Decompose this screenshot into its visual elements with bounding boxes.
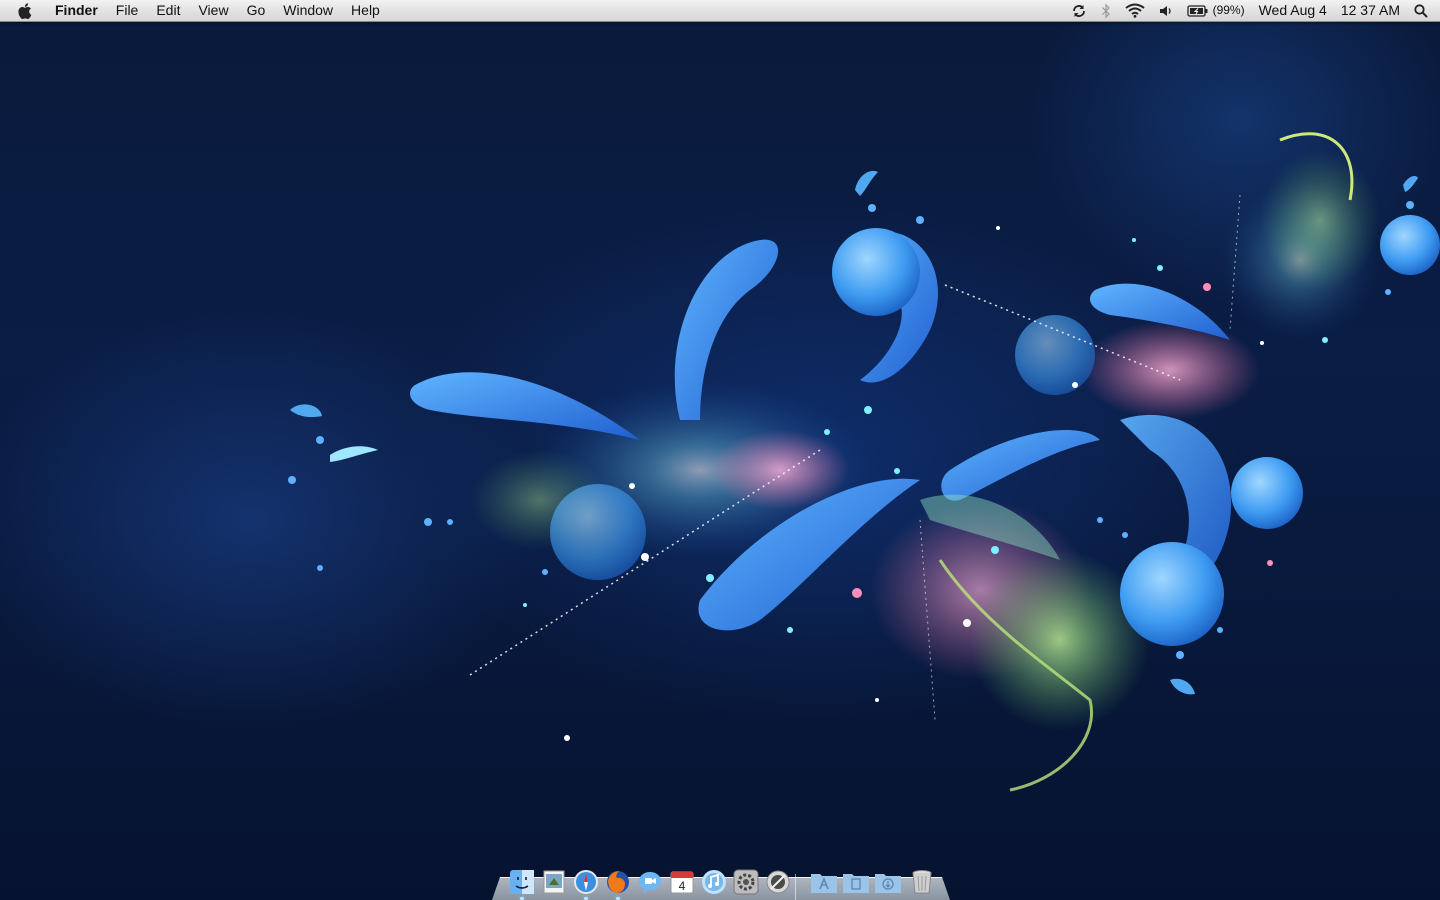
volume-status[interactable] (1152, 4, 1180, 18)
utility-icon (766, 870, 790, 894)
system-preferences-icon (733, 869, 759, 895)
menu-go[interactable]: Go (238, 0, 275, 21)
firefox-icon (607, 871, 629, 893)
battery-icon (1186, 4, 1208, 17)
apple-icon (18, 2, 32, 19)
dock-utility[interactable] (764, 868, 792, 896)
wifi-status[interactable] (1118, 3, 1152, 18)
time-display[interactable]: 12 37 AM (1334, 0, 1407, 21)
battery-status[interactable]: (99%) (1180, 0, 1252, 21)
battery-percent: (99%) (1212, 3, 1245, 17)
ichat-icon (639, 872, 661, 894)
desktop[interactable]: Finder File Edit View Go Window Help (99… (0, 0, 1440, 900)
dock: 4 (492, 866, 950, 900)
menu-edit[interactable]: Edit (147, 0, 189, 21)
dock-trash[interactable] (908, 868, 936, 896)
date-display[interactable]: Wed Aug 4 (1252, 0, 1334, 21)
itunes-icon (702, 870, 726, 894)
sync-icon (1072, 4, 1085, 17)
bluetooth-status[interactable] (1094, 3, 1118, 19)
spotlight-button[interactable] (1407, 3, 1440, 18)
menu-window[interactable]: Window (274, 0, 342, 21)
dock-system-preferences[interactable] (732, 868, 760, 896)
wifi-icon (1124, 3, 1145, 18)
dock-safari[interactable] (572, 868, 600, 896)
dock-downloads-stack[interactable] (874, 868, 902, 896)
menu-bar: Finder File Edit View Go Window Help (99… (0, 0, 1440, 22)
dock-finder[interactable] (508, 868, 536, 896)
menu-bar-status: (99%) Wed Aug 4 12 37 AM (1064, 0, 1440, 21)
trash-icon (912, 870, 932, 894)
ical-icon: 4 (670, 871, 694, 894)
dock-ical[interactable]: 4 (668, 868, 696, 896)
finder-icon (510, 870, 534, 894)
dock-itunes[interactable] (700, 868, 728, 896)
safari-icon (574, 870, 598, 894)
bluetooth-icon (1101, 3, 1110, 18)
sync-status[interactable] (1064, 3, 1094, 19)
spotlight-icon (1414, 3, 1428, 18)
dock-preview[interactable] (540, 868, 568, 896)
dock-separator (795, 874, 796, 900)
applications-folder-icon (811, 874, 837, 893)
wallpaper-art (288, 132, 1440, 792)
menu-help[interactable]: Help (342, 0, 389, 21)
dock-ichat[interactable] (636, 868, 664, 896)
dock-icons: 4 (492, 866, 950, 900)
dock-documents-stack[interactable] (842, 868, 870, 896)
downloads-folder-icon (875, 874, 901, 893)
documents-folder-icon (843, 874, 869, 893)
dock-firefox[interactable] (604, 868, 632, 896)
preview-icon (543, 870, 565, 894)
dock-applications-stack[interactable] (810, 868, 838, 896)
menu-bar-left: Finder File Edit View Go Window Help (0, 0, 389, 21)
ical-date: 4 (679, 879, 686, 893)
volume-icon (1159, 5, 1171, 16)
menu-app-name[interactable]: Finder (46, 0, 107, 21)
menu-file[interactable]: File (107, 0, 148, 21)
menu-view[interactable]: View (189, 0, 237, 21)
apple-menu[interactable] (0, 2, 46, 20)
